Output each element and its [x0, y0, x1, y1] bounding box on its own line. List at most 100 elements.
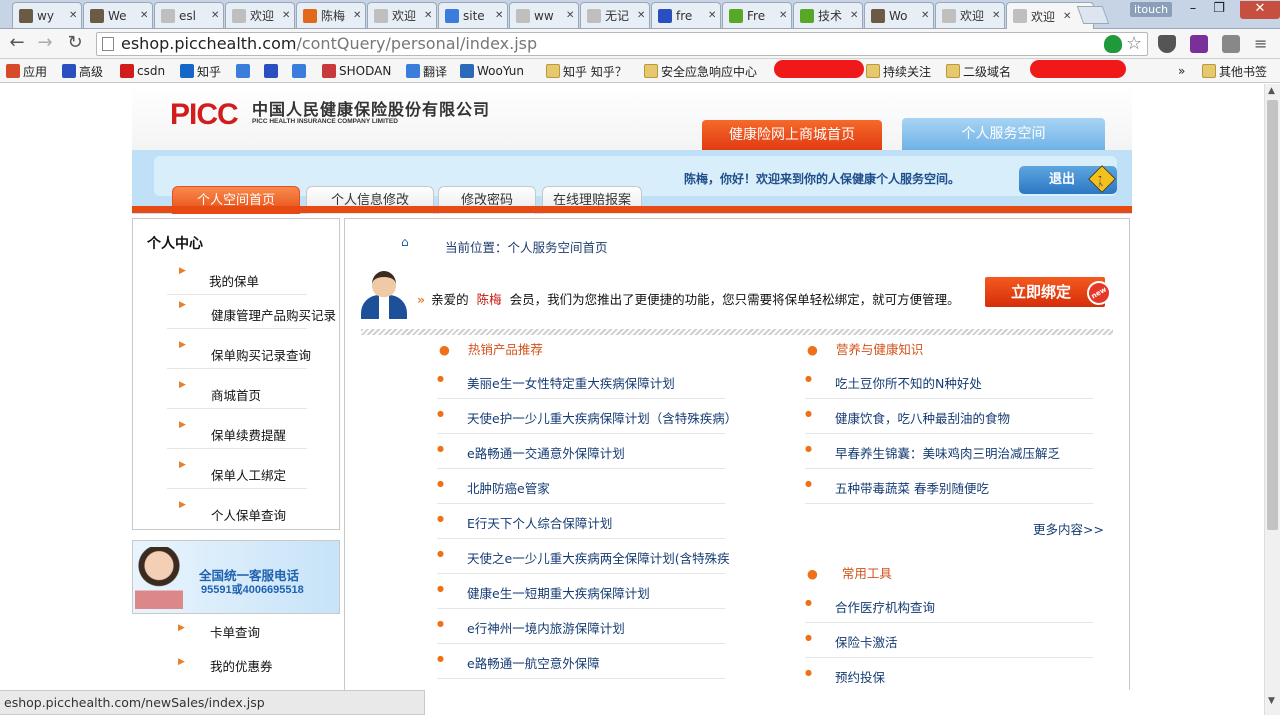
- close-tab-icon[interactable]: ✕: [850, 10, 858, 21]
- bookmark-item[interactable]: 持续关注: [866, 62, 931, 80]
- browser-tab[interactable]: 欢迎 ✕: [367, 2, 437, 28]
- back-button[interactable]: ←: [6, 33, 28, 53]
- tab-online-mall[interactable]: 健康险网上商城首页: [702, 120, 882, 150]
- scroll-thumb[interactable]: [1267, 100, 1278, 530]
- close-tab-icon[interactable]: ✕: [495, 10, 503, 21]
- bookmark-item[interactable]: »: [1178, 62, 1185, 80]
- bind-now-button[interactable]: 立即绑定 new: [985, 276, 1116, 310]
- bookmark-item[interactable]: csdn: [120, 62, 165, 80]
- browser-tab[interactable]: 技术 ✕: [793, 2, 863, 28]
- list-item[interactable]: ● 合作医疗机构查询: [805, 588, 1093, 623]
- extension-icon[interactable]: [1222, 35, 1240, 53]
- list-item[interactable]: ● 美丽e生一女性特定重大疾病保障计划: [437, 364, 725, 399]
- bookmark-item[interactable]: [292, 62, 306, 80]
- list-item[interactable]: ● e路畅通一航空意外保障: [437, 644, 725, 679]
- list-item[interactable]: ● e年安心一一综合意外保障计划: [437, 679, 725, 690]
- bookmark-item[interactable]: 其他书签: [1202, 62, 1267, 80]
- close-tab-icon[interactable]: ✕: [1063, 11, 1071, 22]
- close-tab-icon[interactable]: ✕: [921, 10, 929, 21]
- browser-tab[interactable]: Wo ✕: [864, 2, 934, 28]
- more-link[interactable]: 更多内容>>: [1033, 519, 1104, 538]
- close-tab-icon[interactable]: ✕: [992, 10, 1000, 21]
- close-tab-icon[interactable]: ✕: [140, 10, 148, 21]
- bookmark-item[interactable]: [264, 62, 278, 80]
- list-item-label: E行天下个人综合保障计划: [467, 516, 613, 531]
- browser-tab[interactable]: esl ✕: [154, 2, 224, 28]
- vertical-scrollbar[interactable]: ▲ ▼: [1264, 84, 1280, 715]
- list-item[interactable]: ● 北肿防癌e管家: [437, 469, 725, 504]
- logout-button[interactable]: 退出 🚶: [1019, 165, 1117, 194]
- list-item[interactable]: ● E行天下个人综合保障计划: [437, 504, 725, 539]
- browser-tab[interactable]: fre ✕: [651, 2, 721, 28]
- list-item[interactable]: ● 保险卡激活: [805, 623, 1093, 658]
- close-tab-icon[interactable]: ✕: [353, 10, 361, 21]
- close-tab-icon[interactable]: ✕: [69, 10, 77, 21]
- list-item-label: 美丽e生一女性特定重大疾病保障计划: [467, 376, 675, 391]
- sidebar-item-policy-query[interactable]: ▶ 个人保单查询: [167, 495, 307, 529]
- browser-tab[interactable]: 欢迎 ✕: [935, 2, 1005, 28]
- bullet-icon: ●: [437, 514, 444, 523]
- browser-tab[interactable]: ww ✕: [509, 2, 579, 28]
- list-item[interactable]: ● 天使e护一少儿重大疾病保障计划（含特殊疾病）: [437, 399, 737, 434]
- browser-tab[interactable]: We ✕: [83, 2, 153, 28]
- close-tab-icon[interactable]: ✕: [282, 10, 290, 21]
- onenote-icon[interactable]: [1190, 35, 1208, 53]
- list-item[interactable]: ● 天使之e一少儿重大疾病两全保障计划(含特殊疾: [437, 539, 730, 574]
- close-tab-icon[interactable]: ✕: [708, 10, 716, 21]
- bookmark-label: csdn: [137, 64, 166, 78]
- bookmark-item[interactable]: SHODAN: [322, 62, 391, 80]
- close-tab-icon[interactable]: ✕: [424, 10, 432, 21]
- pocket-icon[interactable]: [1158, 35, 1176, 53]
- minimize-button[interactable]: –: [1180, 1, 1206, 16]
- browser-tab[interactable]: Fre ✕: [722, 2, 792, 28]
- bookmark-item[interactable]: 知乎: [180, 62, 221, 80]
- reload-button[interactable]: ↻: [64, 33, 86, 53]
- bookmark-star-icon[interactable]: ☆: [1126, 35, 1144, 53]
- arrow-icon: ▶: [178, 657, 185, 667]
- maximize-button[interactable]: ❐: [1206, 1, 1232, 16]
- sidebar-item-manual-binding[interactable]: ▶ 保单人工绑定: [167, 455, 307, 489]
- sidebar-item-mall-home[interactable]: ▶ 商城首页: [167, 375, 307, 409]
- list-item[interactable]: ● 预约投保: [805, 658, 1093, 690]
- bookmark-item[interactable]: [236, 62, 250, 80]
- tab-personal-space[interactable]: 个人服务空间: [902, 118, 1105, 150]
- sidebar-item-renewal-reminder[interactable]: ▶ 保单续费提醒: [167, 415, 307, 449]
- menu-icon[interactable]: ≡: [1254, 35, 1272, 53]
- bookmark-item[interactable]: 翻译: [406, 62, 447, 80]
- list-item[interactable]: ● e行神州一境内旅游保障计划: [437, 609, 725, 644]
- address-bar[interactable]: eshop.picchealth.com/contQuery/personal/…: [96, 32, 1148, 56]
- list-item[interactable]: ● 早春养生锦囊：美味鸡肉三明治减压解乏: [805, 434, 1093, 469]
- site-header: PICC 中国人民健康保险股份有限公司 PICC HEALTH INSURANC…: [132, 84, 1132, 150]
- bookmark-item[interactable]: 安全应急响应中心: [644, 62, 757, 80]
- scroll-down-icon[interactable]: ▼: [1268, 696, 1275, 706]
- browser-tab[interactable]: 陈梅 ✕: [296, 2, 366, 28]
- window-close-button[interactable]: ✕: [1240, 1, 1280, 19]
- close-tab-icon[interactable]: ✕: [779, 10, 787, 21]
- bookmark-item[interactable]: 应用: [6, 62, 47, 80]
- bookmark-item[interactable]: 高级: [62, 62, 103, 80]
- close-tab-icon[interactable]: ✕: [637, 10, 645, 21]
- sidebar-item-my-policy[interactable]: ▶ 我的保单: [167, 261, 307, 295]
- list-item[interactable]: ● 五种带毒蔬菜 春季别随便吃: [805, 469, 1093, 504]
- bookmark-item[interactable]: 二级域名: [946, 62, 1011, 80]
- browser-tab[interactable]: 无记 ✕: [580, 2, 650, 28]
- browser-tab[interactable]: site ✕: [438, 2, 508, 28]
- new-tab-button[interactable]: [1076, 6, 1110, 24]
- profile-name[interactable]: itouch: [1130, 2, 1173, 17]
- forward-button[interactable]: →: [34, 33, 56, 53]
- bookmark-item[interactable]: 知乎 知乎？: [546, 62, 627, 80]
- list-item[interactable]: ● e路畅通一交通意外保障计划: [437, 434, 725, 469]
- bookmark-item[interactable]: WooYun: [460, 62, 524, 80]
- list-item[interactable]: ● 健康e生一短期重大疾病保障计划: [437, 574, 725, 609]
- list-item[interactable]: ● 健康饮食，吃八种最刮油的食物: [805, 399, 1093, 434]
- list-item[interactable]: ● 吃土豆你所不知的N种好处: [805, 364, 1093, 399]
- close-tab-icon[interactable]: ✕: [566, 10, 574, 21]
- picc-logo[interactable]: PICC: [170, 98, 239, 132]
- close-tab-icon[interactable]: ✕: [211, 10, 219, 21]
- browser-tab[interactable]: wy ✕: [12, 2, 82, 28]
- sidebar-item-purchase-query[interactable]: ▶ 保单购买记录查询: [167, 335, 311, 369]
- scroll-up-icon[interactable]: ▲: [1268, 86, 1275, 96]
- shield-extension-icon[interactable]: [1104, 35, 1122, 53]
- sidebar-item-health-records[interactable]: ▶ 健康管理产品购买记录: [167, 295, 336, 329]
- browser-tab[interactable]: 欢迎 ✕: [225, 2, 295, 28]
